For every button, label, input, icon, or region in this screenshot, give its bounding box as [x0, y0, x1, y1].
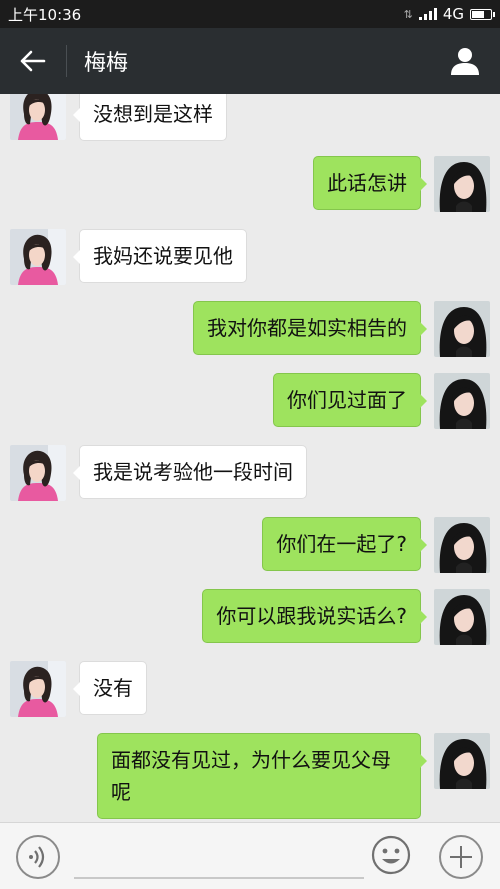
contact-avatar[interactable]	[10, 229, 66, 285]
page-title: 梅梅	[84, 51, 129, 76]
message-bubble-outgoing[interactable]: 你可以跟我说实话么?	[202, 589, 427, 643]
back-button[interactable]	[0, 28, 66, 94]
status-bar: 上午10:36 ⇅ 4G	[0, 0, 500, 28]
signal-icon	[418, 8, 437, 20]
status-time: 上午10:36	[8, 5, 82, 24]
message-bubble-outgoing[interactable]: 你们见过面了	[273, 373, 427, 427]
battery-icon	[470, 8, 495, 20]
chat-header: 梅梅	[0, 28, 500, 94]
contact-avatar[interactable]	[10, 661, 66, 717]
my-avatar[interactable]	[434, 156, 490, 212]
my-avatar[interactable]	[434, 301, 490, 357]
message-bubble-incoming[interactable]: 我是说考验他一段时间	[73, 445, 307, 499]
back-arrow-icon	[20, 50, 46, 72]
my-avatar[interactable]	[434, 517, 490, 573]
network-type: 4G	[442, 5, 464, 23]
contact-avatar[interactable]	[10, 94, 66, 140]
my-avatar[interactable]	[434, 589, 490, 645]
input-bar	[0, 822, 500, 889]
contact-avatar[interactable]	[10, 445, 66, 501]
my-avatar[interactable]	[434, 733, 490, 789]
chat-info-button[interactable]	[430, 28, 500, 94]
voice-icon	[29, 846, 45, 868]
message-bubble-outgoing[interactable]: 此话怎讲	[313, 156, 427, 210]
message-bubble-outgoing[interactable]: 面都没有见过，为什么要见父母呢	[97, 733, 427, 819]
message-list[interactable]: 没想到是这样 此话怎讲 我妈还说要见他 我对你都是如实相告的 你们见过面了 我是…	[0, 94, 500, 822]
message-bubble-incoming[interactable]: 没想到是这样	[73, 94, 227, 141]
smiley-icon	[371, 835, 411, 875]
emoji-button[interactable]	[371, 835, 411, 875]
voice-input-button[interactable]	[16, 835, 60, 879]
message-bubble-outgoing[interactable]: 我对你都是如实相告的	[193, 301, 427, 355]
more-options-button[interactable]	[439, 835, 483, 879]
person-icon	[451, 48, 479, 75]
message-bubble-outgoing[interactable]: 你们在一起了?	[262, 517, 427, 571]
message-bubble-incoming[interactable]: 我妈还说要见他	[73, 229, 247, 283]
message-input[interactable]	[74, 835, 364, 879]
data-arrows-icon: ⇅	[403, 7, 413, 21]
message-bubble-incoming[interactable]: 没有	[73, 661, 147, 715]
my-avatar[interactable]	[434, 373, 490, 429]
